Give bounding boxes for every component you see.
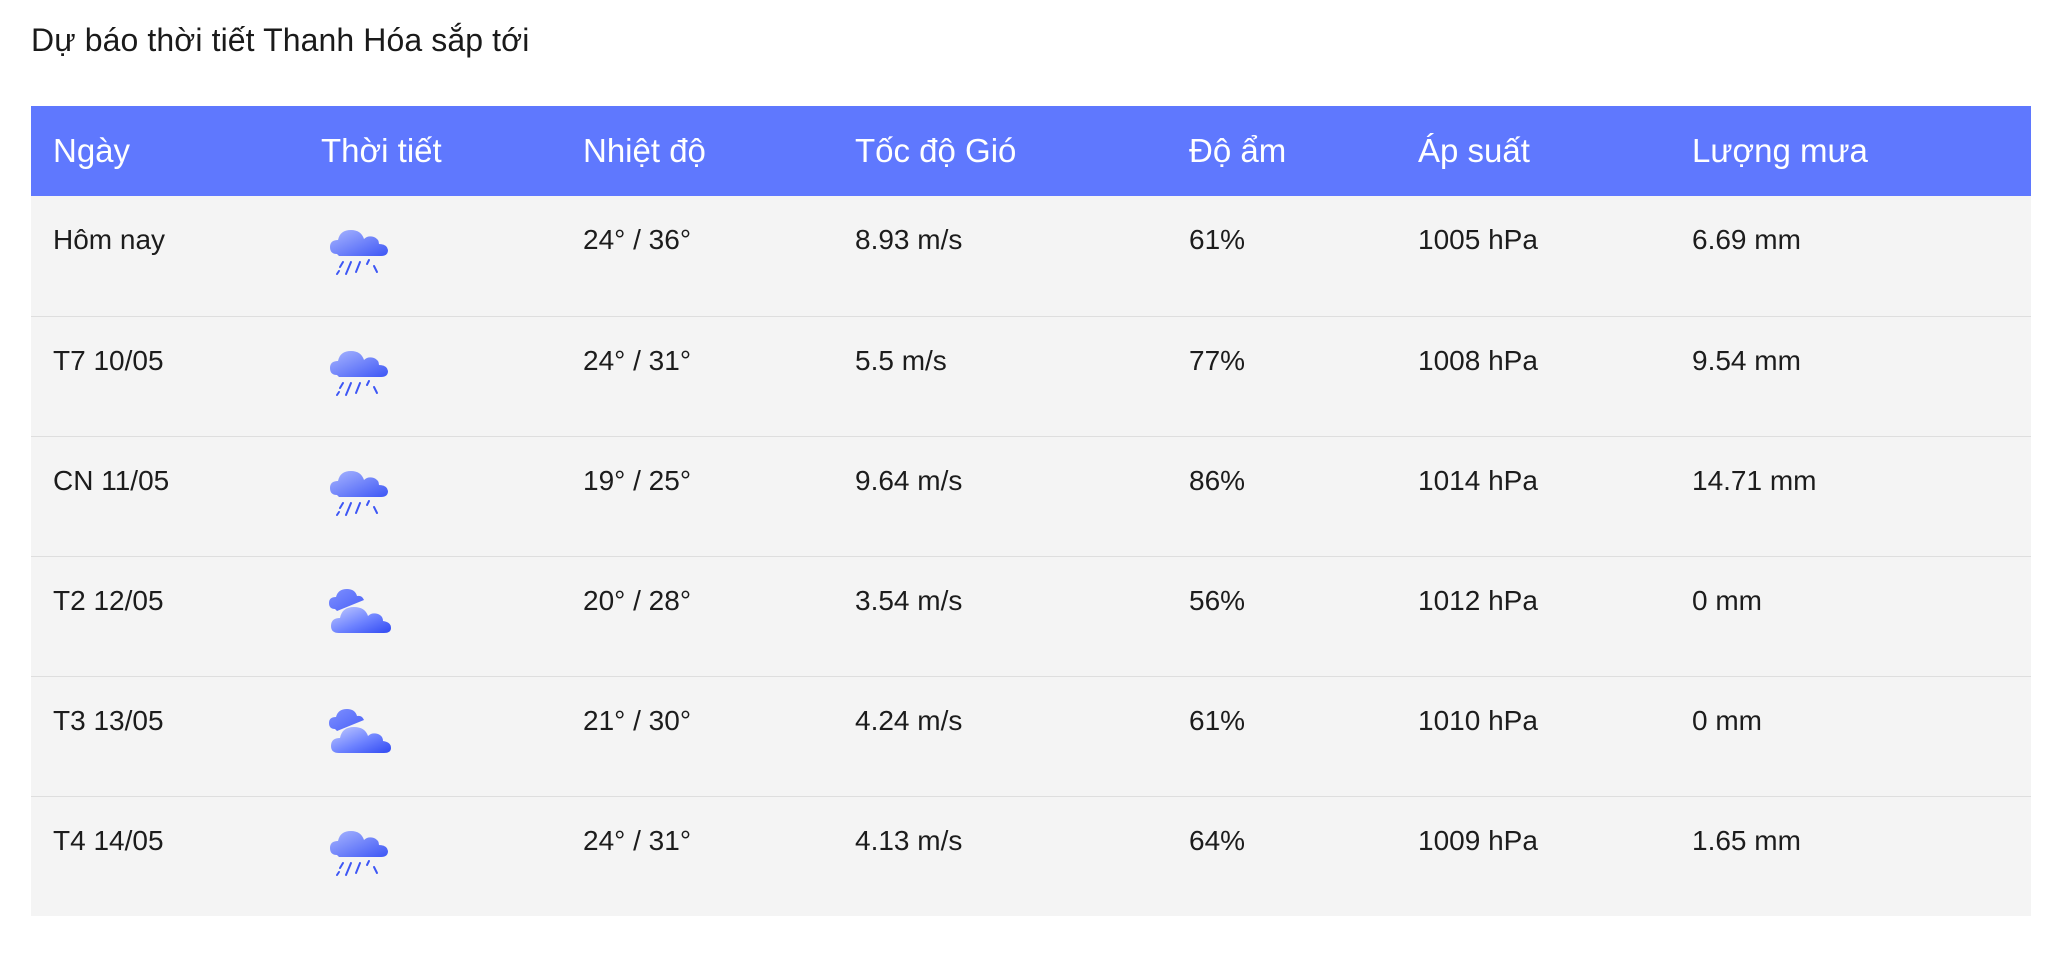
rain-cloud-icon bbox=[327, 463, 393, 523]
temperature-cell: 19° / 25° bbox=[561, 435, 833, 556]
wind-cell: 4.24 m/s bbox=[833, 675, 1167, 796]
day-cell: T2 12/05 bbox=[31, 555, 299, 676]
temperature-cell: 20° / 28° bbox=[561, 555, 833, 676]
humidity-cell: 56% bbox=[1167, 555, 1396, 676]
header-day: Ngày bbox=[53, 132, 131, 169]
temperature-cell: 24° / 31° bbox=[561, 315, 833, 436]
header-wind-speed: Tốc độ Gió bbox=[855, 132, 1017, 169]
rainfall-cell: 9.54 mm bbox=[1670, 315, 2031, 436]
rainfall-cell: 14.71 mm bbox=[1670, 435, 2031, 556]
rainfall-cell: 0 mm bbox=[1670, 675, 2031, 796]
rain-cloud-icon bbox=[327, 823, 393, 883]
table-row: T4 14/05 24° / 31° 4.13 m/s 64% 1009 hPa… bbox=[31, 795, 2031, 916]
weather-cell bbox=[299, 675, 561, 796]
page-title: Dự báo thời tiết Thanh Hóa sắp tới bbox=[31, 22, 530, 58]
humidity-cell: 61% bbox=[1167, 675, 1396, 796]
wind-cell: 4.13 m/s bbox=[833, 795, 1167, 916]
pressure-cell: 1012 hPa bbox=[1396, 555, 1670, 676]
humidity-cell: 61% bbox=[1189, 224, 1246, 255]
day-cell: Hôm nay bbox=[53, 224, 166, 255]
day-cell: T4 14/05 bbox=[31, 795, 299, 916]
table-row: Hôm nay 24° / 36° 8.93 m/s 61% 1005 hPa … bbox=[31, 196, 2031, 316]
table-row: T7 10/05 24° / 31° 5.5 m/s 77% 1008 hPa … bbox=[31, 315, 2031, 436]
wind-cell: 5.5 m/s bbox=[833, 315, 1167, 436]
wind-cell: 8.93 m/s bbox=[855, 224, 963, 255]
weather-cell bbox=[299, 315, 561, 436]
overcast-clouds-icon bbox=[327, 583, 393, 643]
pressure-cell: 1010 hPa bbox=[1396, 675, 1670, 796]
day-cell: T7 10/05 bbox=[31, 315, 299, 436]
day-cell: T3 13/05 bbox=[31, 675, 299, 796]
temperature-cell: 24° / 36° bbox=[583, 224, 692, 255]
temperature-cell: 24° / 31° bbox=[561, 795, 833, 916]
temperature-cell: 21° / 30° bbox=[561, 675, 833, 796]
humidity-cell: 64% bbox=[1167, 795, 1396, 916]
weather-cell bbox=[299, 555, 561, 676]
pressure-cell: 1014 hPa bbox=[1396, 435, 1670, 556]
header-rainfall: Lượng mưa bbox=[1692, 132, 1868, 169]
wind-cell: 3.54 m/s bbox=[833, 555, 1167, 676]
rainfall-cell: 1.65 mm bbox=[1670, 795, 2031, 916]
table-row: T3 13/05 21° / 30° 4.24 m/s 61% 1010 hPa… bbox=[31, 675, 2031, 796]
day-cell: CN 11/05 bbox=[31, 435, 299, 556]
weather-cell bbox=[299, 435, 561, 556]
rain-cloud-icon bbox=[327, 222, 393, 282]
pressure-cell: 1009 hPa bbox=[1396, 795, 1670, 916]
pressure-cell: 1008 hPa bbox=[1396, 315, 1670, 436]
humidity-cell: 86% bbox=[1167, 435, 1396, 556]
rainfall-cell: 6.69 mm bbox=[1692, 224, 1801, 255]
rainfall-cell: 0 mm bbox=[1670, 555, 2031, 676]
table-row: CN 11/05 19° / 25° 9.64 m/s 86% 1014 hPa… bbox=[31, 435, 2031, 556]
rain-cloud-icon bbox=[327, 343, 393, 403]
forecast-table: Ngày Thời tiết Nhiệt độ Tốc độ Gió Độ ẩm… bbox=[31, 106, 2031, 916]
pressure-cell: 1005 hPa bbox=[1418, 224, 1538, 255]
header-humidity: Độ ẩm bbox=[1189, 132, 1287, 169]
header-pressure: Áp suất bbox=[1418, 132, 1530, 169]
wind-cell: 9.64 m/s bbox=[833, 435, 1167, 556]
overcast-clouds-icon bbox=[327, 703, 393, 763]
humidity-cell: 77% bbox=[1167, 315, 1396, 436]
header-weather: Thời tiết bbox=[321, 132, 442, 169]
table-row: T2 12/05 20° / 28° 3.54 m/s 56% 1012 hPa… bbox=[31, 555, 2031, 676]
header-temperature: Nhiệt độ bbox=[583, 132, 706, 169]
weather-cell bbox=[299, 795, 561, 916]
weather-cell bbox=[299, 196, 561, 316]
table-header-row: Ngày Thời tiết Nhiệt độ Tốc độ Gió Độ ẩm… bbox=[31, 106, 2031, 196]
